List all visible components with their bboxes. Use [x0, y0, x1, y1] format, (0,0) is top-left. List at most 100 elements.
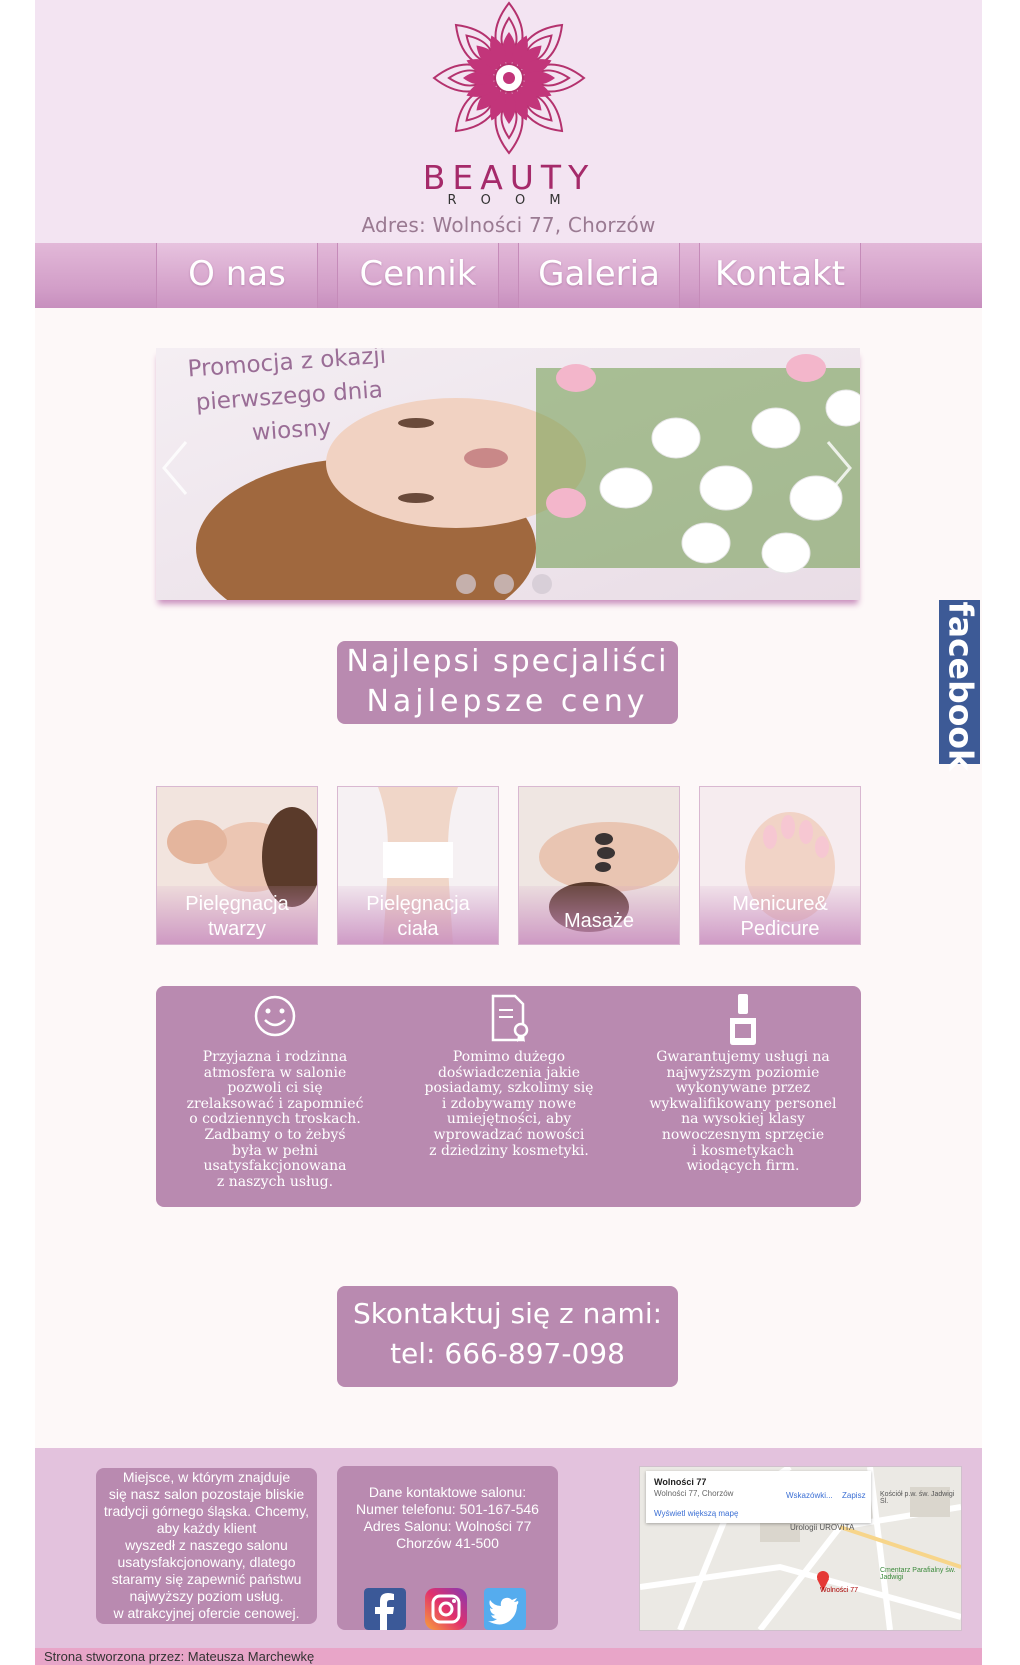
feature-experience: Pomimo dużego doświadczenia jakie posiad…: [394, 986, 624, 1159]
feature-experience-text: Pomimo dużego doświadczenia jakie posiad…: [394, 1049, 624, 1159]
text-line: z naszych usług.: [216, 1173, 334, 1190]
text-line: Adres Salonu: Wolności 77: [363, 1518, 532, 1534]
nail-polish-icon: [730, 994, 756, 1045]
certificate-icon: [491, 994, 529, 1042]
text-line: wykwalifikowany personel: [649, 1095, 837, 1112]
text-line: usatysfakcjonowana: [203, 1158, 347, 1175]
slider-dot-1[interactable]: [456, 574, 476, 594]
map-title: Wolności 77: [654, 1477, 707, 1487]
instagram-icon[interactable]: [425, 1588, 467, 1630]
map-subtitle: Wolności 77, Chorzów: [654, 1489, 734, 1498]
footer-about: Miejsce, w którym znajduje się nasz salo…: [96, 1468, 317, 1624]
text-line: Przyjazna i rodzinna: [202, 1049, 348, 1065]
slider-dot-3[interactable]: [532, 574, 552, 594]
text-line: z dziedziny kosmetyki.: [429, 1142, 589, 1159]
text-line: tradycji górnego śląska. Chcemy,: [103, 1503, 310, 1519]
location-map[interactable]: Wolności 77 Wolności 77, Chorzów Wyświet…: [639, 1466, 962, 1631]
specialists-line2: Najlepsze ceny: [366, 684, 649, 719]
text-line: była w pełni: [232, 1142, 318, 1159]
logo-word-room: R O O M: [447, 193, 571, 208]
nav-galeria[interactable]: Galeria: [518, 243, 680, 308]
service-label-face: Pielęgnacja twarzy: [157, 886, 317, 944]
slider-prev-arrow-icon[interactable]: [160, 438, 190, 498]
page: BEAUTY R O O M Adres: Wolności 77, Chorz…: [35, 0, 982, 1665]
text-line: i zdobywamy nowe: [441, 1095, 577, 1112]
service-manicure-line2: Pedicure: [740, 918, 820, 940]
text-line: staramy się zapewnić państwu: [111, 1571, 302, 1587]
service-tile-face[interactable]: Pielęgnacja twarzy: [156, 786, 318, 945]
text-line: usatysfakcjonowany, dlatego: [117, 1554, 296, 1570]
contact-phone[interactable]: tel: 666-897-098: [337, 1334, 678, 1374]
features-panel: Przyjazna i rodzinna atmosfera w salonie…: [156, 986, 861, 1207]
text-line: wiodących firm.: [686, 1158, 800, 1175]
nav-o-nas[interactable]: O nas: [156, 243, 318, 308]
text-line: wykonywane przez: [675, 1080, 811, 1097]
service-tile-manicure[interactable]: Menicure& Pedicure: [699, 786, 861, 945]
footer-credit: Strona stworzona przez: Mateusza Marchew…: [35, 1648, 982, 1665]
text-line: Dane kontaktowe salonu:: [368, 1484, 527, 1500]
facebook-side-tab[interactable]: facebook: [939, 600, 981, 771]
service-body-line2: ciała: [397, 918, 439, 940]
feature-quality: Gwarantujemy usługi na najwyższym poziom…: [628, 986, 858, 1175]
text-line: Numer telefonu: 501-167-546: [356, 1501, 539, 1517]
service-massage-line1: Masaże: [563, 909, 635, 932]
facebook-tab-label: facebook: [941, 601, 981, 771]
text-line: Gwarantujemy usługi na: [656, 1049, 830, 1065]
text-line: nowoczesnym sprzęcie: [661, 1126, 825, 1143]
logo-word-beauty: BEAUTY: [422, 158, 596, 197]
feature-atmosphere: Przyjazna i rodzinna atmosfera w salonie…: [160, 986, 390, 1190]
text-line: pozwoli ci się: [227, 1080, 323, 1097]
map-poi-cemetery: Cmentarz Parafialny św. Jadwigi: [880, 1567, 956, 1581]
map-larger-link[interactable]: Wyświetl większą mapę: [654, 1509, 738, 1518]
main-nav: O nas Cennik Galeria Kontakt: [35, 243, 982, 308]
text-line: się nasz salon pozostaje bliskie: [108, 1486, 305, 1502]
map-info-card: Wolności 77 Wolności 77, Chorzów Wyświet…: [646, 1471, 871, 1523]
text-line: aby każdy klient: [156, 1520, 257, 1536]
map-directions-button[interactable]: Wskazówki...: [786, 1491, 833, 1500]
footer: Miejsce, w którym znajduje się nasz salo…: [35, 1448, 982, 1658]
text-line: najwyższy poziom usług.: [129, 1588, 284, 1604]
text-line: Chorzów 41-500: [396, 1535, 499, 1551]
text-line: doświadczenia jakie: [437, 1064, 581, 1081]
service-label-massage: Masaże: [519, 886, 679, 944]
nav-cennik[interactable]: Cennik: [337, 243, 499, 308]
text-line: zrelaksować i zapomnieć: [186, 1095, 364, 1112]
salon-address: Adres: Wolności 77, Chorzów: [361, 213, 656, 237]
text-line: Miejsce, w którym znajduje: [122, 1469, 291, 1485]
text-line: umiejętności, aby: [446, 1111, 572, 1128]
map-poi-church: Kościół p.w. św. Jadwigi Śl.: [880, 1491, 955, 1505]
text-line: w atrakcyjnej ofercie cenowej.: [113, 1605, 300, 1621]
promo-caption: Promocja z okazji pierwszego dnia wiosny: [186, 348, 387, 447]
nav-kontakt[interactable]: Kontakt: [699, 243, 861, 308]
footer-contact: Dane kontaktowe salonu: Numer telefonu: …: [337, 1466, 558, 1630]
slider-dot-2[interactable]: [494, 574, 514, 594]
text-line: posiadamy, szkolimy się: [424, 1080, 594, 1097]
text-line: o codziennych troskach.: [189, 1111, 361, 1128]
service-tile-body[interactable]: Pielęgnacja ciała: [337, 786, 499, 945]
feature-quality-text: Gwarantujemy usługi na najwyższym poziom…: [628, 1049, 858, 1175]
text-line: i kosmetykach: [692, 1142, 794, 1159]
slider-dots: [456, 574, 552, 594]
service-tile-massage[interactable]: Masaże: [518, 786, 680, 945]
text-line: wprowadzać nowości: [433, 1126, 585, 1143]
service-manicure-line1: Menicure&: [732, 893, 828, 915]
text-line: Pomimo dużego: [452, 1049, 566, 1065]
map-save-button[interactable]: Zapisz: [842, 1491, 866, 1500]
facebook-icon[interactable]: [364, 1588, 406, 1630]
text-line: wyszedł z naszego salonu: [125, 1537, 288, 1553]
service-label-body: Pielęgnacja ciała: [338, 886, 498, 944]
service-face-line2: twarzy: [208, 918, 266, 940]
contact-line1: Skontaktuj się z nami:: [352, 1297, 663, 1330]
map-pin-label: Wolności 77: [820, 1587, 859, 1594]
header: BEAUTY R O O M Adres: Wolności 77, Chorz…: [35, 0, 982, 243]
twitter-icon[interactable]: [484, 1588, 526, 1630]
text-line: atmosfera w salonie: [203, 1064, 347, 1081]
specialists-line1: Najlepsi specjaliści: [346, 644, 669, 679]
slider-next-arrow-icon[interactable]: [824, 438, 854, 498]
text-line: na wysokiej klasy: [681, 1111, 805, 1128]
service-face-line1: Pielęgnacja: [185, 893, 289, 915]
promo-slider[interactable]: Promocja z okazji pierwszego dnia wiosny: [156, 348, 860, 600]
specialists-banner: Najlepsi specjaliści Najlepsze ceny: [337, 641, 678, 724]
text-line: najwyższym poziomie: [666, 1064, 820, 1081]
logo[interactable]: BEAUTY R O O M: [420, 0, 598, 210]
